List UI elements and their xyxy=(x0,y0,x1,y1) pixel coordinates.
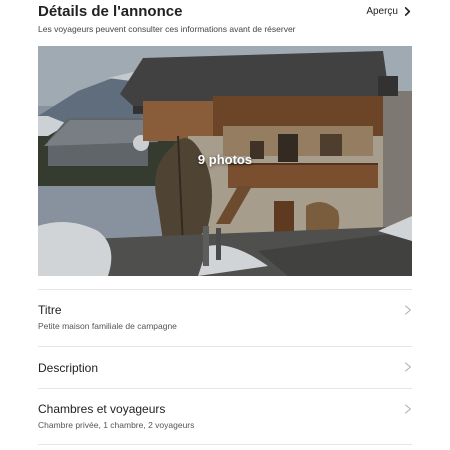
section-description[interactable]: Description xyxy=(38,356,412,384)
chevron-right-icon xyxy=(405,305,411,315)
chevron-right-icon xyxy=(405,404,411,414)
divider xyxy=(38,346,412,347)
chevron-right-icon xyxy=(404,7,411,16)
page-header: Détails de l'annonce Aperçu Les voyageur… xyxy=(38,0,412,44)
section-title[interactable]: Titre Petite maison familiale de campagn… xyxy=(38,300,412,340)
section-rooms-label: Chambres et voyageurs xyxy=(38,402,166,416)
photo-count-label: 9 photos xyxy=(197,152,253,167)
divider xyxy=(38,388,412,389)
preview-link[interactable]: Aperçu xyxy=(366,6,412,17)
section-title-label: Titre xyxy=(38,303,62,317)
listing-photo[interactable]: 9 photos xyxy=(38,46,412,276)
divider xyxy=(38,289,412,290)
preview-label: Aperçu xyxy=(366,6,398,17)
divider xyxy=(38,444,412,445)
section-description-label: Description xyxy=(38,361,99,375)
chevron-right-icon xyxy=(405,362,411,372)
section-rooms-value: Chambre privée, 1 chambre, 2 voyageurs xyxy=(38,420,195,430)
page-subtitle: Les voyageurs peuvent consulter ces info… xyxy=(38,24,296,34)
section-title-value: Petite maison familiale de campagne xyxy=(38,321,177,331)
page-title: Détails de l'annonce xyxy=(38,3,183,20)
section-rooms-guests[interactable]: Chambres et voyageurs Chambre privée, 1 … xyxy=(38,398,412,440)
